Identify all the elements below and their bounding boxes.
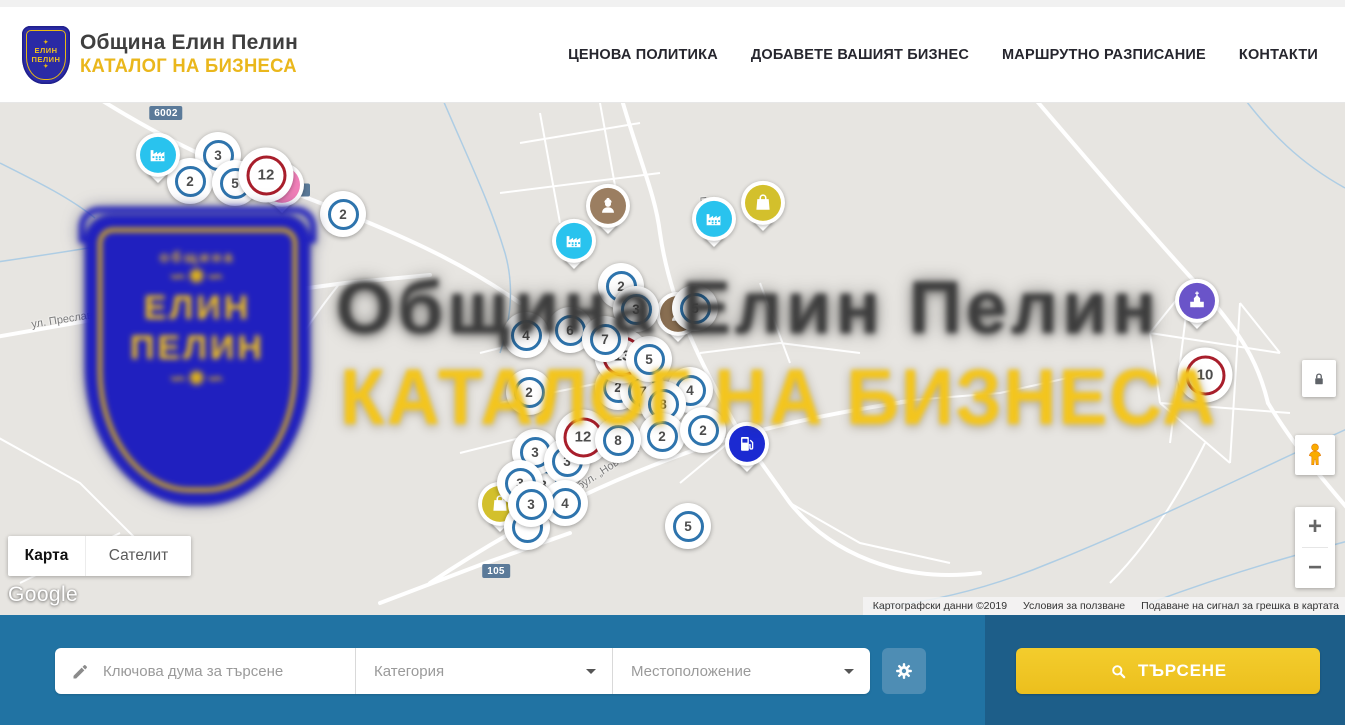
cluster-count: 3: [527, 497, 535, 512]
poi-marker-shopping-bag[interactable]: [741, 181, 785, 233]
cluster-count: 3: [531, 445, 539, 460]
cluster-count: 7: [601, 332, 609, 347]
search-submit-label: ТЪРСЕНЕ: [1138, 661, 1227, 681]
main-nav: ЦЕНОВА ПОЛИТИКА ДОБАВЕТЕ ВАШИЯТ БИЗНЕС М…: [568, 47, 1318, 63]
cluster-count: 2: [525, 385, 533, 400]
cluster-count: 10: [1197, 367, 1214, 384]
lock-icon: [1310, 370, 1328, 388]
advanced-settings-button[interactable]: [882, 648, 926, 694]
road-number-badge: 6002: [149, 106, 182, 120]
factory-icon: [147, 144, 169, 166]
category-select-label: Категория: [374, 663, 444, 680]
site-subtitle: КАТАЛОГ НА БИЗНЕСА: [80, 56, 297, 78]
crest-line2: ПЕЛИН: [32, 55, 61, 64]
map-attribution: Картографски данни ©2019 Условия за полз…: [863, 597, 1345, 615]
cluster-marker[interactable]: 3: [508, 481, 554, 527]
chevron-down-icon: [586, 669, 596, 674]
keyword-input[interactable]: [103, 663, 333, 680]
cluster-count: 12: [575, 429, 592, 446]
cluster-marker[interactable]: 5: [626, 336, 672, 382]
cluster-count: 3: [214, 148, 222, 163]
church-icon: [1186, 290, 1208, 312]
crest-ornament: ✦: [43, 64, 49, 70]
google-map[interactable]: 6002105ул. Преславщибул. „Новосел 325122…: [0, 103, 1345, 615]
attribution-copyright: Картографски данни ©2019: [873, 600, 1007, 612]
cluster-count: 6: [566, 323, 574, 338]
lock-control[interactable]: [1302, 360, 1336, 397]
map-type-control: Карта Сателит: [8, 536, 191, 576]
poi-marker-fuel[interactable]: [725, 422, 769, 474]
cluster-count: 4: [686, 383, 694, 398]
cluster-marker[interactable]: 5: [665, 503, 711, 549]
map-type-satellite-button[interactable]: Сателит: [85, 536, 191, 576]
cluster-count: 4: [561, 496, 569, 511]
cluster-marker[interactable]: 7: [582, 316, 628, 362]
cluster-count: 2: [186, 174, 194, 189]
cluster-marker[interactable]: 5: [672, 285, 718, 331]
pegman-icon: [1302, 442, 1328, 468]
keyword-field[interactable]: [55, 648, 355, 694]
attribution-report-link[interactable]: Подаване на сигнал за грешка в картата: [1141, 600, 1339, 612]
fuel-icon: [736, 433, 758, 455]
cluster-count: 5: [691, 301, 699, 316]
cluster-count: 4: [522, 328, 530, 343]
poi-marker-factory[interactable]: [552, 219, 596, 271]
pegman-control[interactable]: [1295, 435, 1335, 475]
category-select[interactable]: Категория: [355, 648, 612, 694]
location-select-label: Местоположение: [631, 663, 751, 680]
crest-ornament: ✦: [43, 40, 49, 46]
factory-icon: [703, 208, 725, 230]
poi-marker-factory[interactable]: [136, 133, 180, 185]
cluster-marker[interactable]: 2: [320, 191, 366, 237]
nav-item-add-business[interactable]: ДОБАВЕТЕ ВАШИЯТ БИЗНЕС: [751, 47, 969, 63]
page: ✦ ЕЛИН ПЕЛИН ✦ Община Елин Пелин КАТАЛОГ…: [0, 0, 1345, 725]
shopping-bag-icon: [752, 192, 774, 214]
worker-icon: [597, 195, 619, 217]
gear-icon: [893, 660, 915, 682]
cluster-marker[interactable]: 2: [506, 369, 552, 415]
search-icon: [1109, 662, 1128, 681]
site-title: Община Елин Пелин: [80, 31, 304, 55]
poi-marker-factory[interactable]: [692, 197, 736, 249]
road-number-badge: 105: [482, 564, 510, 578]
zoom-in-button[interactable]: +: [1295, 507, 1335, 547]
cluster-marker[interactable]: 8: [595, 417, 641, 463]
google-logo[interactable]: Google: [8, 583, 78, 607]
zoom-out-button[interactable]: −: [1295, 548, 1335, 588]
cluster-count: 8: [614, 433, 622, 448]
cluster-marker[interactable]: 2: [639, 413, 685, 459]
search-fields: Категория Местоположение: [55, 648, 870, 694]
nav-item-pricing[interactable]: ЦЕНОВА ПОЛИТИКА: [568, 47, 718, 63]
cluster-count: 12: [258, 167, 275, 184]
municipality-crest-icon: ✦ ЕЛИН ПЕЛИН ✦: [22, 26, 70, 84]
location-select[interactable]: Местоположение: [612, 648, 870, 694]
chevron-down-icon: [844, 669, 854, 674]
cluster-marker[interactable]: 4: [503, 312, 549, 358]
search-submit-button[interactable]: ТЪРСЕНЕ: [1016, 648, 1320, 694]
cluster-count: 5: [645, 352, 653, 367]
cluster-count: 5: [684, 519, 692, 534]
map-type-map-button[interactable]: Карта: [8, 536, 85, 576]
cluster-marker[interactable]: 10: [1178, 348, 1233, 403]
poi-marker-church[interactable]: [1175, 279, 1219, 331]
brand-text: Община Елин Пелин КАТАЛОГ НА БИЗНЕСА: [80, 31, 304, 78]
crest-line1: ЕЛИН: [34, 46, 57, 55]
cluster-count: 2: [699, 423, 707, 438]
cluster-count: 5: [231, 176, 239, 191]
zoom-control: + −: [1295, 507, 1335, 588]
cluster-marker[interactable]: 12: [239, 148, 294, 203]
nav-item-contacts[interactable]: КОНТАКТИ: [1239, 47, 1318, 63]
site-logo[interactable]: ✦ ЕЛИН ПЕЛИН ✦ Община Елин Пелин КАТАЛОГ…: [22, 26, 304, 84]
search-bar: Категория Местоположение: [0, 615, 1345, 725]
cluster-count: 8: [659, 397, 667, 412]
cluster-marker[interactable]: 2: [680, 407, 726, 453]
attribution-terms-link[interactable]: Условия за ползване: [1023, 600, 1125, 612]
header: ✦ ЕЛИН ПЕЛИН ✦ Община Елин Пелин КАТАЛОГ…: [0, 7, 1345, 103]
cluster-count: 2: [339, 207, 347, 222]
cluster-count: 2: [658, 429, 666, 444]
factory-icon: [563, 230, 585, 252]
cluster-count: 3: [632, 302, 640, 317]
pencil-icon: [71, 661, 91, 681]
nav-item-schedule[interactable]: МАРШРУТНО РАЗПИСАНИЕ: [1002, 47, 1206, 63]
